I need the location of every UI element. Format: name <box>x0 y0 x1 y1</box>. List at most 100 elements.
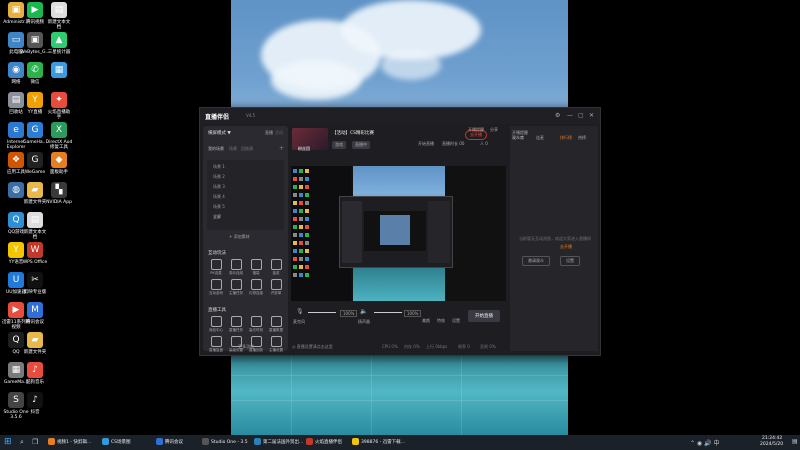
scene-item[interactable]: 场景 5 <box>213 204 225 210</box>
desktop-icon[interactable]: ♪ 酷狗音乐 <box>20 362 50 385</box>
invite-audience-button[interactable]: 邀请观众 <box>522 256 550 266</box>
speaker-volume-slider[interactable] <box>374 312 402 313</box>
taskbar-app[interactable]: Studio One - 3.5 <box>200 437 248 448</box>
scene-item[interactable]: 场景 4 <box>213 194 225 200</box>
tab-activity[interactable]: 活动 <box>275 130 283 136</box>
scene-item[interactable]: 场景 2 <box>213 174 225 180</box>
status-left[interactable]: ◎ 直播设置请点击这里 <box>292 344 333 350</box>
desktop-icon[interactable]: ▲ 三星统计器 <box>44 32 74 55</box>
start-live-button[interactable]: 开始直播 <box>468 310 500 322</box>
start-button-icon[interactable]: ⊞ <box>4 437 12 447</box>
notification-icon[interactable]: ▤ <box>792 438 798 445</box>
tool-item[interactable]: 直播复盘 <box>207 336 225 353</box>
taskbar-app[interactable]: 腾讯会议 <box>154 437 183 448</box>
desktop-icon[interactable]: ✂ 剪映专业版 <box>20 272 50 295</box>
desktop-icon[interactable]: W WPS Office <box>20 242 50 265</box>
preview-mini-icon <box>305 233 309 237</box>
clock-date[interactable]: 2024/5/20 <box>760 442 783 447</box>
tool-item[interactable]: 礼物连接 <box>247 279 265 296</box>
preview-mini-icon <box>305 257 309 261</box>
tool-item[interactable]: 互动游戏 <box>207 279 225 296</box>
tool-item[interactable]: 高光时刻 <box>247 316 265 333</box>
desktop-icon[interactable]: ▦ <box>44 62 74 80</box>
desktop-icon[interactable]: M 腾讯会议 <box>20 302 50 325</box>
microphone-icon[interactable]: 🎙 <box>296 308 304 315</box>
desktop-icon[interactable]: ◆ 面板助手 <box>44 152 74 175</box>
tray-icons[interactable]: ⌃ ◉ 🔊 中 <box>690 438 719 447</box>
tool-item[interactable]: 福袋 <box>247 259 265 276</box>
tab-scene[interactable]: 场景 <box>229 146 237 152</box>
clock-time[interactable]: 21:24:42 <box>762 436 782 441</box>
stream-preview[interactable] <box>291 166 506 301</box>
tag-game[interactable]: 游戏 <box>332 141 346 149</box>
app-icon: ▤ <box>51 2 67 18</box>
add-scene-icon[interactable]: + <box>279 145 284 152</box>
search-icon[interactable]: ⌕ <box>20 438 24 447</box>
room-title[interactable]: 【活动】CS精彩比赛 <box>332 130 374 136</box>
user-label: 粉丝团 <box>298 146 310 151</box>
share-button[interactable]: 分享 <box>490 127 498 133</box>
tool-icon <box>230 316 242 327</box>
close-icon[interactable]: ✕ <box>589 112 594 119</box>
app-version: V4.5 <box>246 113 256 118</box>
mic-volume-slider[interactable] <box>308 312 336 313</box>
taskbar-app-label: CS场景图 <box>111 440 131 445</box>
tab-connect[interactable]: 连麦 <box>536 135 544 141</box>
beauty-button[interactable]: 美颜 <box>422 318 430 324</box>
info-start: 开始直播 <box>418 141 434 146</box>
taskbar-app[interactable]: 第二届法国外贸出... <box>252 437 303 448</box>
settings-button[interactable]: 设置 <box>452 318 460 324</box>
tool-item[interactable]: 抽奖 <box>267 259 285 276</box>
mode-selector[interactable]: 横屏模式 ▼ <box>208 130 231 136</box>
desktop-icon[interactable]: ▰ 新建文件夹 <box>20 332 50 355</box>
empty-link[interactable]: 去开播 <box>560 244 572 250</box>
desktop-icon[interactable]: X DirectX Aud 修复工具 <box>44 122 74 150</box>
tab-audience[interactable]: 观众席 <box>512 135 524 141</box>
tab-hot[interactable]: 热榜 <box>578 135 586 141</box>
add-material-button[interactable]: + 添加素材 <box>229 234 250 240</box>
desktop-icon-label: 三星统计器 <box>47 50 71 55</box>
tool-item[interactable]: PK连麦 <box>207 259 225 276</box>
taskbar-app[interactable]: 视频1 - 快剪辑... <box>46 437 91 448</box>
tab-ranking[interactable]: 排行榜 <box>560 135 572 141</box>
tool-icon <box>270 316 282 327</box>
tool-item[interactable]: 直播数据 <box>267 316 285 333</box>
minimize-icon[interactable]: — <box>567 112 573 119</box>
speaker-icon[interactable]: 🔈 <box>360 308 367 315</box>
taskbar-app[interactable]: CS场景图 <box>100 437 131 448</box>
tool-item[interactable]: 商品中心 <box>207 316 225 333</box>
tool-item[interactable]: 观众连线 <box>227 259 245 276</box>
preview-mini-icon <box>299 177 303 181</box>
tool-item[interactable]: 主播设置 <box>267 336 285 353</box>
tab-live[interactable]: 直播 <box>265 130 273 136</box>
tag-live[interactable]: 直播中 <box>352 141 370 149</box>
app-icon: ◆ <box>51 152 67 168</box>
tool-item[interactable]: 直播任务 <box>227 316 245 333</box>
scene-item[interactable]: 场景 1 <box>213 164 225 170</box>
tool-icon <box>210 279 222 290</box>
desktop-icon[interactable]: ▤ 新建文本文 档 <box>20 212 50 240</box>
right-settings-button[interactable]: 设置 <box>560 256 580 266</box>
taskbar-app[interactable]: 火焰直播伴侣 <box>304 437 342 448</box>
tool-item[interactable]: 许愿单 <box>267 279 285 296</box>
desktop-icon[interactable]: ▚ NVIDIA App <box>44 182 74 205</box>
mic-value[interactable]: 100% <box>340 310 358 317</box>
preview-mini-icon <box>293 241 297 245</box>
scene-item-fullscreen[interactable]: 全屏 <box>213 214 221 220</box>
scene-item[interactable]: 场景 3 <box>213 184 225 190</box>
maximize-icon[interactable]: ▢ <box>578 112 584 119</box>
desktop-icon[interactable]: ♪ 抖音 <box>20 392 50 415</box>
app-icon: G <box>27 122 43 138</box>
desktop-icon[interactable]: ▤ 新建文本文 档 <box>44 2 74 30</box>
taskbar-app-label: 视频1 - 快剪辑... <box>57 440 92 445</box>
desktop-icon[interactable]: ✦ 火焰直播助 手 <box>44 92 74 120</box>
effects-button[interactable]: 特效 <box>437 318 445 324</box>
tab-replay-source[interactable]: 回放源 <box>241 146 253 152</box>
taskbar-app[interactable]: 398876 - 迅雷下载... <box>350 437 405 448</box>
remind-button[interactable]: 开播提醒 <box>468 127 484 133</box>
task-view-icon[interactable]: ❐ <box>32 438 38 446</box>
settings-icon[interactable]: ⚙ <box>555 112 560 119</box>
speaker-value[interactable]: 100% <box>404 310 422 317</box>
tool-item[interactable]: 主播任务 <box>227 279 245 296</box>
more-tools-link[interactable]: ··· 更多功能 <box>233 344 254 350</box>
